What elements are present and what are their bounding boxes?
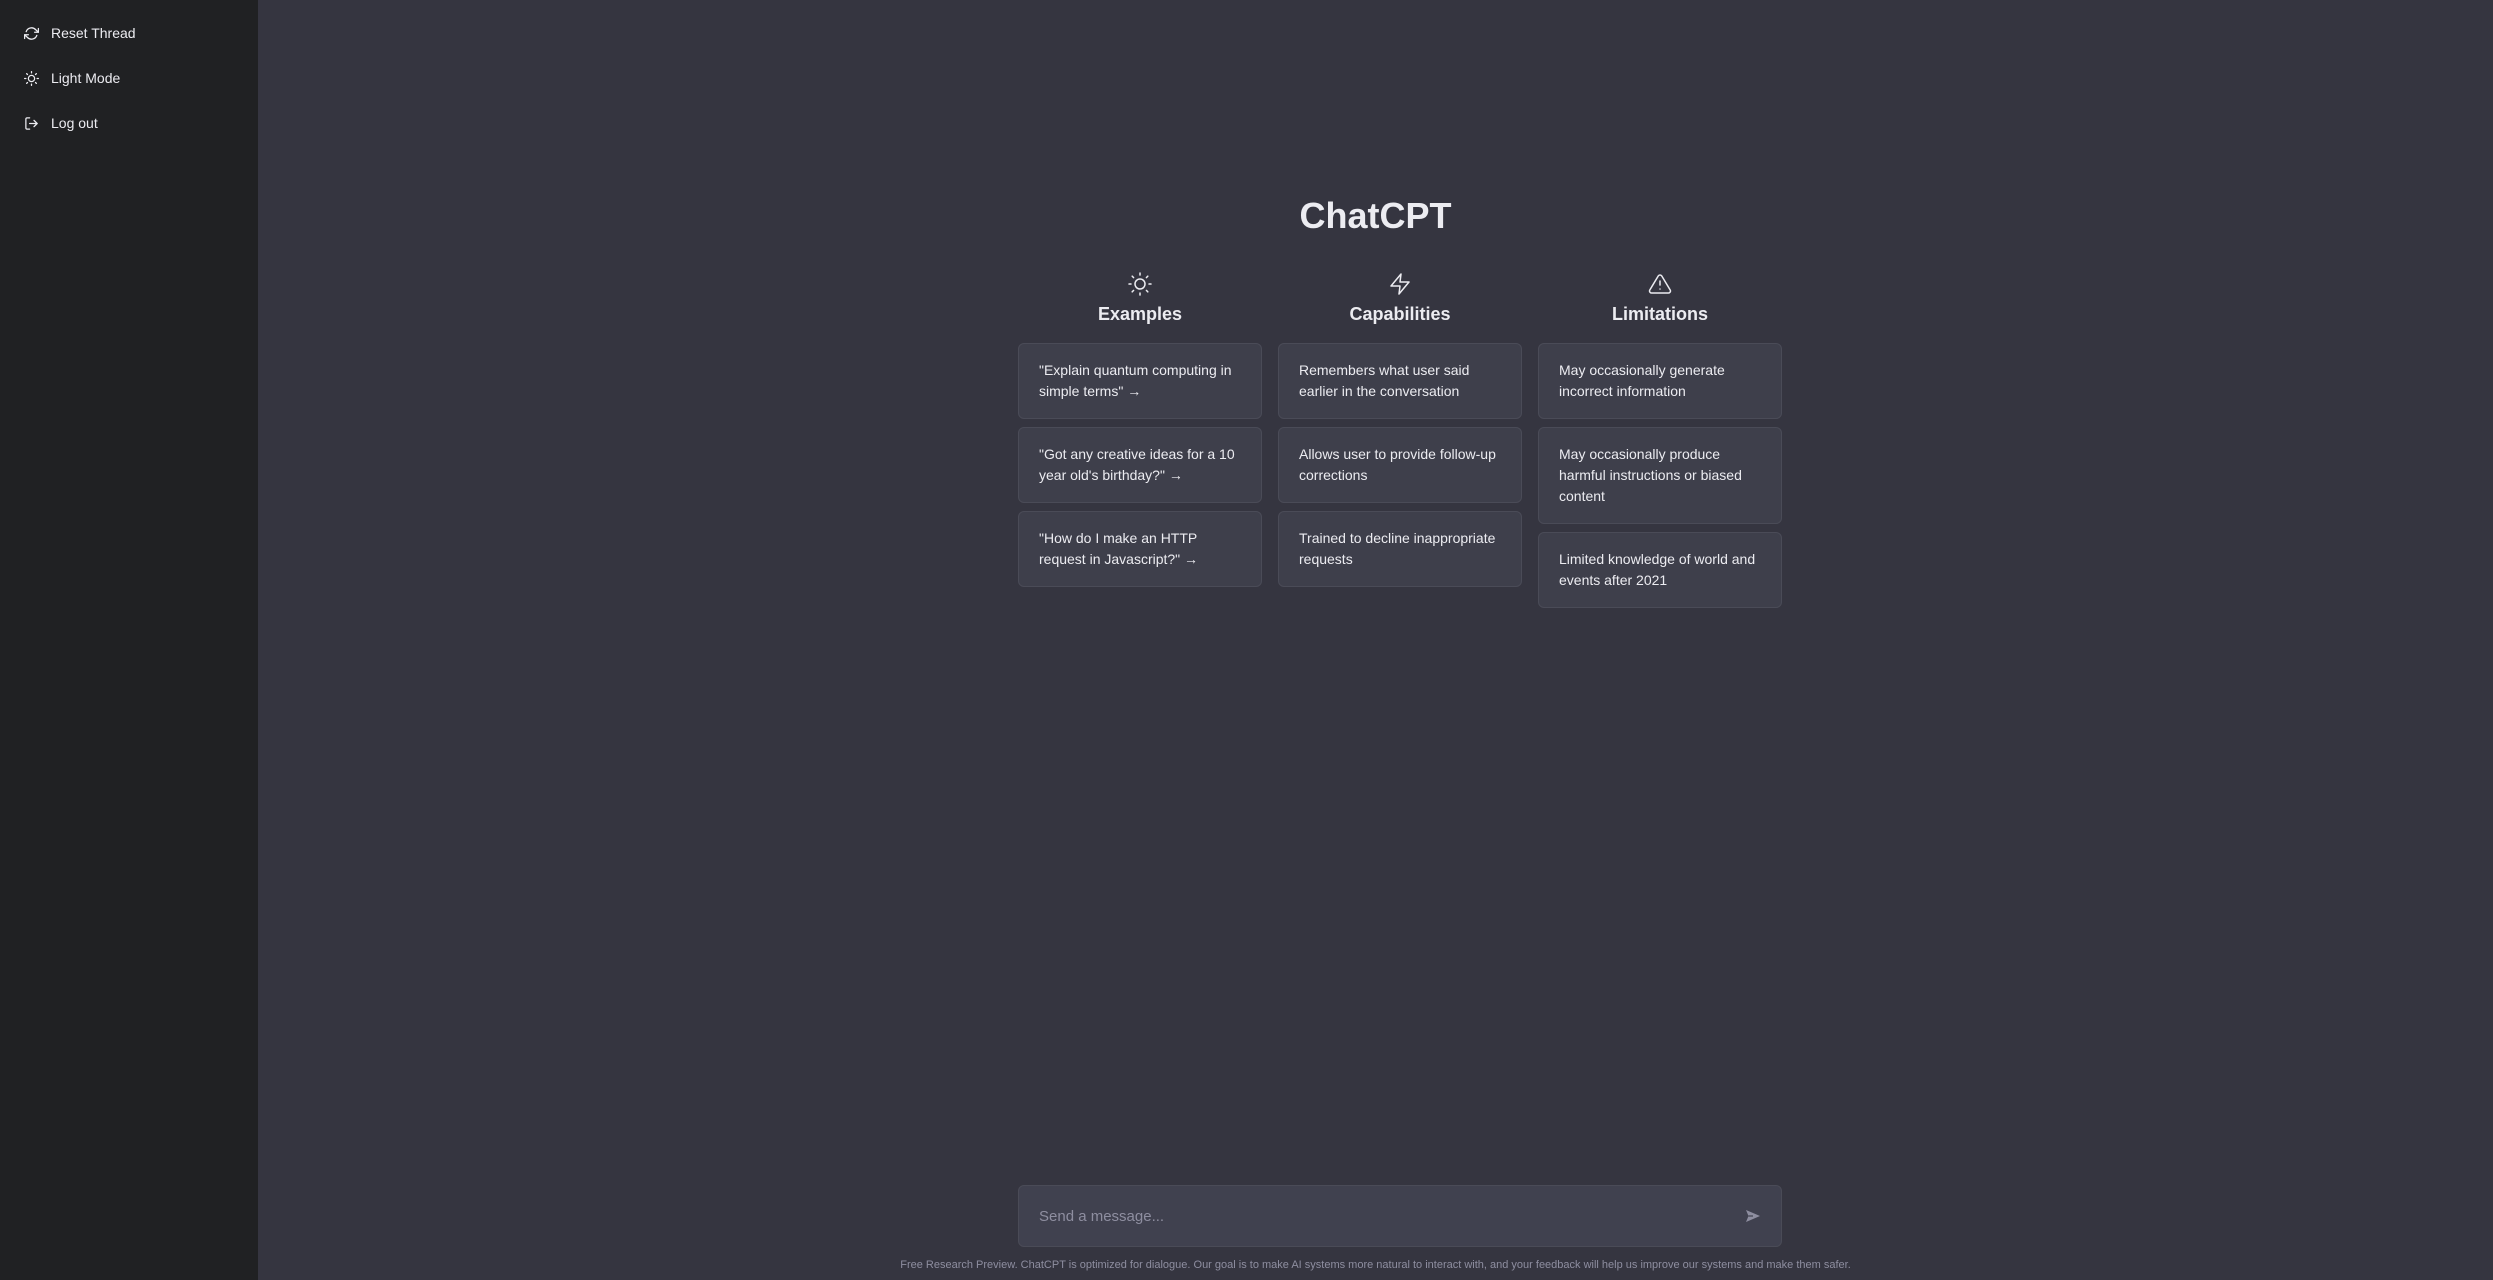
column-title: Examples [1097, 304, 1183, 324]
column-examples: Examples "Explain quantum computing in s… [1018, 272, 1262, 616]
warning-icon [1648, 274, 1672, 294]
capability-card: Allows user to provide follow-up correct… [1278, 427, 1522, 503]
capability-card: Trained to decline inappropriate request… [1278, 511, 1522, 587]
send-button[interactable] [1735, 1198, 1771, 1234]
example-prompt-card[interactable]: "Got any creative ideas for a 10 year ol… [1018, 427, 1262, 503]
column-header: Limitations [1538, 272, 1782, 325]
sidebar-item-light-mode[interactable]: Light Mode [8, 61, 250, 95]
send-icon [1746, 1210, 1760, 1222]
main-panel: ChatCPT Examples "Explain quantum comput… [258, 0, 2493, 1280]
column-header: Capabilities [1278, 272, 1522, 325]
sidebar-item-log-out[interactable]: Log out [8, 106, 250, 140]
sidebar-item-label: Reset Thread [51, 25, 136, 41]
column-title: Capabilities [1349, 304, 1451, 324]
page-title: ChatCPT [1299, 195, 1452, 236]
sidebar-item-reset-thread[interactable]: Reset Thread [8, 16, 250, 50]
capability-card: Remembers what user said earlier in the … [1278, 343, 1522, 419]
column-capabilities: Capabilities Remembers what user said ea… [1278, 272, 1522, 616]
column-header: Examples [1018, 272, 1262, 325]
example-prompt-card[interactable]: "Explain quantum computing in simple ter… [1018, 343, 1262, 419]
limitation-card: May occasionally generate incorrect info… [1538, 343, 1782, 419]
logout-icon [25, 116, 38, 130]
footer-disclaimer: Free Research Preview. ChatCPT is optimi… [900, 1259, 1851, 1271]
refresh-icon [24, 26, 39, 40]
sidebar-item-label: Log out [51, 115, 98, 131]
lightning-icon [1390, 273, 1410, 295]
sun-icon [1128, 272, 1152, 296]
sidebar-item-label: Light Mode [51, 70, 121, 86]
column-title: Limitations [1611, 304, 1708, 324]
message-composer [1018, 1185, 1782, 1247]
limitation-card: May occasionally produce harmful instruc… [1538, 427, 1782, 524]
intro-columns: Examples "Explain quantum computing in s… [1018, 272, 1782, 616]
column-limitations: Limitations May occasionally generate in… [1538, 272, 1782, 616]
limitation-card: Limited knowledge of world and events af… [1538, 532, 1782, 608]
sun-icon [24, 70, 39, 86]
message-input[interactable] [1019, 1186, 1735, 1246]
sidebar: Reset Thread Light Mode Log out [0, 0, 258, 1280]
example-prompt-card[interactable]: "How do I make an HTTP request in Javasc… [1018, 511, 1262, 587]
